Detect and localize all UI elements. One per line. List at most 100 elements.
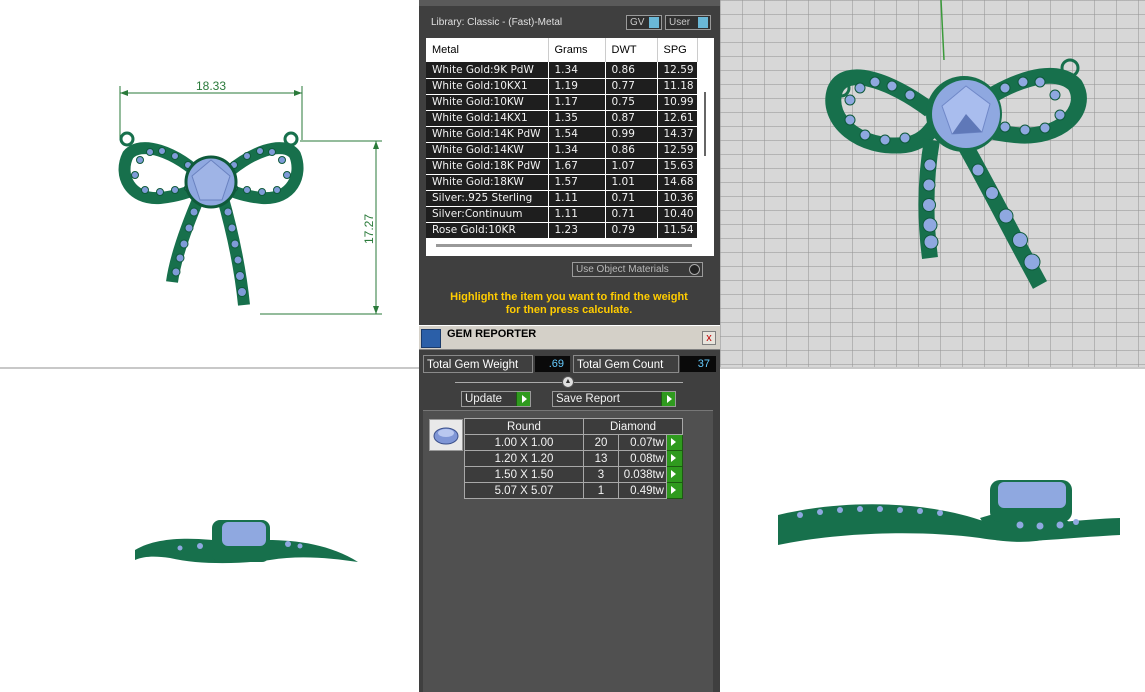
metal-cell: 0.87 [605,110,658,127]
metal-row[interactable]: Silver:.925 Sterling 1.11 0.71 10.36 [426,190,698,207]
gem-count-cell: 3 [583,466,619,483]
gem-table-body: 1.00 X 1.00 20 0.07tw 1.20 X 1.20 13 0.08tw 1.… [464,434,683,499]
perspective-viewport[interactable] [720,0,1145,368]
slider-knob-icon[interactable]: ▲ [562,376,574,388]
gem-row[interactable]: 1.00 X 1.00 20 0.07tw [464,434,683,451]
gem-row[interactable]: 5.07 X 5.07 1 0.49tw [464,482,683,499]
metal-table-container[interactable]: Metal Grams DWT SPG White Gold:9K PdW 1.34 0.… [426,38,714,256]
front-view-drawing [135,520,358,564]
metal-row[interactable]: Silver:Continuum 1.11 0.71 10.40 [426,206,698,223]
gv-toggle[interactable]: GV [626,15,662,30]
metal-cell: 0.86 [605,62,658,79]
save-report-button[interactable]: Save Report [552,391,676,407]
metal-cell: 14.37 [657,126,698,143]
metal-cell: 0.77 [605,78,658,95]
total-gem-weight-value: .69 [535,356,570,372]
metal-cell: Rose Gold:10KR [426,222,549,239]
gem-reporter-title: GEM REPORTER [447,328,537,340]
gem-shape-header: Round [464,418,584,435]
gem-size-cell: 1.50 X 1.50 [464,466,584,483]
metal-cell: 15.63 [657,158,698,175]
metal-column-header[interactable]: SPG [657,38,698,62]
metal-cell: 0.79 [605,222,658,239]
total-gem-count-value: 37 [680,356,716,372]
front-viewport[interactable] [0,370,419,692]
toggle-knob-icon [698,17,708,28]
metal-cell: 1.57 [548,174,606,191]
gem-size-cell: 1.20 X 1.20 [464,450,584,467]
metal-row[interactable]: White Gold:18KW 1.57 1.01 14.68 [426,174,698,191]
play-arrow-icon [661,392,675,406]
metal-cell: 12.59 [657,142,698,159]
metal-cell: 11.54 [657,222,698,239]
update-button[interactable]: Update [461,391,531,407]
metal-cell: White Gold:10KX1 [426,78,549,95]
metal-table-header: Metal Grams DWT SPG [426,38,698,62]
instruction-text: Highlight the item you want to find the … [429,291,709,317]
gem-size-cell: 5.07 X 5.07 [464,482,584,499]
metal-row[interactable]: White Gold:18K PdW 1.67 1.07 15.63 [426,158,698,175]
scrollbar-thumb[interactable] [704,92,706,156]
round-gem-thumbnail[interactable] [429,419,463,451]
metal-row[interactable]: White Gold:14KX1 1.35 0.87 12.61 [426,110,698,127]
gem-count-cell: 13 [583,450,619,467]
metal-cell: 0.71 [605,206,658,223]
metal-cell: 1.54 [548,126,606,143]
top-viewport[interactable]: 18.33 17.27 [0,0,419,368]
metal-cell: 1.07 [605,158,658,175]
gem-table: Round Diamond 1.00 X 1.00 20 0.07tw 1.20 X … [464,418,683,499]
gem-row[interactable]: 1.50 X 1.50 3 0.038tw [464,466,683,483]
metal-cell: Silver:.925 Sterling [426,190,549,207]
dimension-height: 17.27 [362,214,376,244]
metal-cell: 1.35 [548,110,606,127]
metal-row[interactable]: White Gold:10KW 1.17 0.75 10.99 [426,94,698,111]
metal-column-header[interactable]: Metal [426,38,549,62]
save-report-button-label: Save Report [556,393,620,405]
metal-cell: 1.34 [548,62,606,79]
round-gem-icon [433,427,459,445]
gem-material-header: Diamond [583,418,683,435]
metal-row[interactable]: White Gold:10KX1 1.19 0.77 11.18 [426,78,698,95]
gem-tw-cell: 0.07tw [618,434,667,451]
library-row: Library: Classic - (Fast)-Metal GV User [419,12,720,34]
gem-row[interactable]: 1.20 X 1.20 13 0.08tw [464,450,683,467]
play-arrow-icon [516,392,530,406]
use-object-materials-option[interactable]: Use Object Materials [572,262,703,277]
metal-table-body: White Gold:9K PdW 1.34 0.86 12.59 White Gold… [426,62,698,239]
close-icon: x [706,332,712,344]
radio-icon[interactable] [689,264,700,275]
right-view-drawing [778,480,1120,545]
right-viewport[interactable] [720,370,1145,692]
gem-row-go-button[interactable] [666,482,683,499]
metal-column-header[interactable]: Grams [548,38,606,62]
gem-row-go-button[interactable] [666,450,683,467]
metal-cell: 0.75 [605,94,658,111]
metal-cell: 12.61 [657,110,698,127]
use-object-materials-label: Use Object Materials [576,264,669,275]
metal-row[interactable]: White Gold:14KW 1.34 0.86 12.59 [426,142,698,159]
user-toggle[interactable]: User [665,15,711,30]
metal-row[interactable]: White Gold:14K PdW 1.54 0.99 14.37 [426,126,698,143]
metal-cell: Silver:Continuum [426,206,549,223]
user-toggle-label: User [669,17,691,28]
metal-row[interactable]: White Gold:9K PdW 1.34 0.86 12.59 [426,62,698,79]
play-arrow-icon [671,486,676,494]
gv-toggle-label: GV [630,17,645,28]
gem-row-go-button[interactable] [666,466,683,483]
close-button[interactable]: x [702,331,716,345]
metal-row[interactable]: Rose Gold:10KR 1.23 0.79 11.54 [426,222,698,239]
gem-table-header: Round Diamond [464,418,683,435]
metal-cell: 12.59 [657,62,698,79]
metal-vertical-scrollbar[interactable] [704,68,707,258]
metal-horizontal-scrollbar[interactable] [436,244,692,247]
metal-cell: White Gold:9K PdW [426,62,549,79]
gem-count-cell: 1 [583,482,619,499]
gem-row-go-button[interactable] [666,434,683,451]
gem-tw-cell: 0.038tw [618,466,667,483]
gem-totals-row: Total Gem Weight .69 Total Gem Count 37 [423,355,717,373]
update-button-label: Update [465,393,503,405]
metal-cell: White Gold:10KW [426,94,549,111]
cad-workspace: 18.33 17.27 Library: Classic - (Fast)-Me… [0,0,1145,692]
metal-column-header[interactable]: DWT [605,38,658,62]
library-label: Library: Classic - (Fast)-Metal [431,17,563,28]
